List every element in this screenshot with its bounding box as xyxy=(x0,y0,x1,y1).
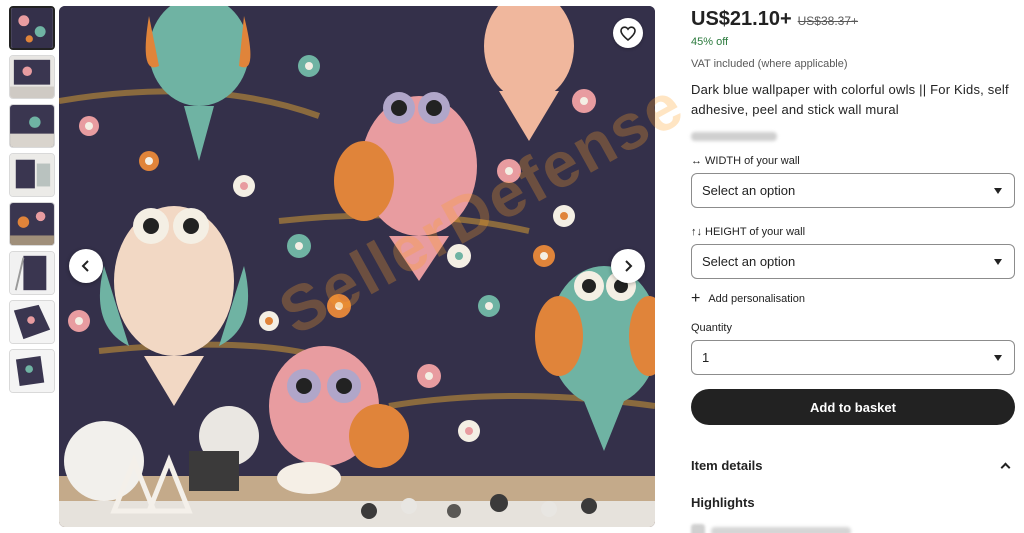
original-price: US$38.37+ xyxy=(797,14,859,28)
height-select-value: Select an option xyxy=(702,254,796,269)
thumbnail-1[interactable] xyxy=(9,6,55,50)
height-select[interactable]: Select an option xyxy=(691,244,1015,279)
main-product-image xyxy=(59,6,655,527)
chevron-right-icon xyxy=(625,260,633,272)
product-title: Dark blue wallpaper with colorful owls |… xyxy=(691,82,1009,117)
height-label-text: HEIGHT of your wall xyxy=(705,226,806,238)
highlights-heading: Highlights xyxy=(691,495,755,510)
thumbnail-4[interactable] xyxy=(9,153,55,197)
width-arrow-icon: ↔ xyxy=(691,155,702,167)
width-select[interactable]: Select an option xyxy=(691,173,1015,208)
favorite-button[interactable] xyxy=(613,18,643,48)
previous-image-button[interactable] xyxy=(69,249,103,283)
owl-wallpaper-illustration xyxy=(59,6,655,527)
next-image-button[interactable] xyxy=(611,249,645,283)
chevron-left-icon xyxy=(81,260,89,272)
height-arrow-icon: ↑↓ xyxy=(691,226,702,238)
price-row: US$21.10+ US$38.37+ xyxy=(691,8,1015,31)
quantity-select-value: 1 xyxy=(702,350,710,365)
width-select-value: Select an option xyxy=(702,183,796,198)
add-personalisation-label: Add personalisation xyxy=(708,293,805,305)
chevron-down-icon xyxy=(994,258,1002,265)
thumbnail-3[interactable] xyxy=(9,104,55,148)
quantity-label: Quantity xyxy=(691,322,732,334)
blurred-icon xyxy=(691,524,705,533)
add-to-basket-button[interactable]: Add to basket xyxy=(691,389,1015,425)
thumbnail-strip xyxy=(9,6,55,398)
heart-icon xyxy=(620,25,636,41)
chevron-down-icon xyxy=(994,354,1002,361)
quantity-select[interactable]: 1 xyxy=(691,340,1015,375)
height-label: ↑↓ HEIGHT of your wall xyxy=(691,226,1015,238)
blurred-text xyxy=(711,526,851,533)
thumbnail-6[interactable] xyxy=(9,251,55,295)
product-info-panel: US$21.10+ US$38.37+ 45% off VAT included… xyxy=(691,8,1015,533)
chevron-down-icon xyxy=(994,187,1002,194)
chevron-up-icon xyxy=(1000,462,1011,473)
thumbnail-7[interactable] xyxy=(9,300,55,344)
blurred-shop-name xyxy=(691,132,777,141)
thumbnail-8[interactable] xyxy=(9,349,55,393)
blurred-highlight-row xyxy=(691,524,1015,533)
width-label: ↔ WIDTH of your wall xyxy=(691,155,1015,167)
current-price: US$21.10+ xyxy=(691,8,792,30)
vat-note: VAT included (where applicable) xyxy=(691,58,848,70)
plus-icon: + xyxy=(691,290,701,307)
add-personalisation-button[interactable]: + Add personalisation xyxy=(691,290,1015,307)
width-label-text: WIDTH of your wall xyxy=(705,155,800,167)
item-details-heading: Item details xyxy=(691,458,763,473)
thumbnail-5[interactable] xyxy=(9,202,55,246)
thumbnail-2[interactable] xyxy=(9,55,55,99)
item-details-toggle[interactable]: Item details xyxy=(691,458,1015,473)
discount-label: 45% off xyxy=(691,36,729,48)
